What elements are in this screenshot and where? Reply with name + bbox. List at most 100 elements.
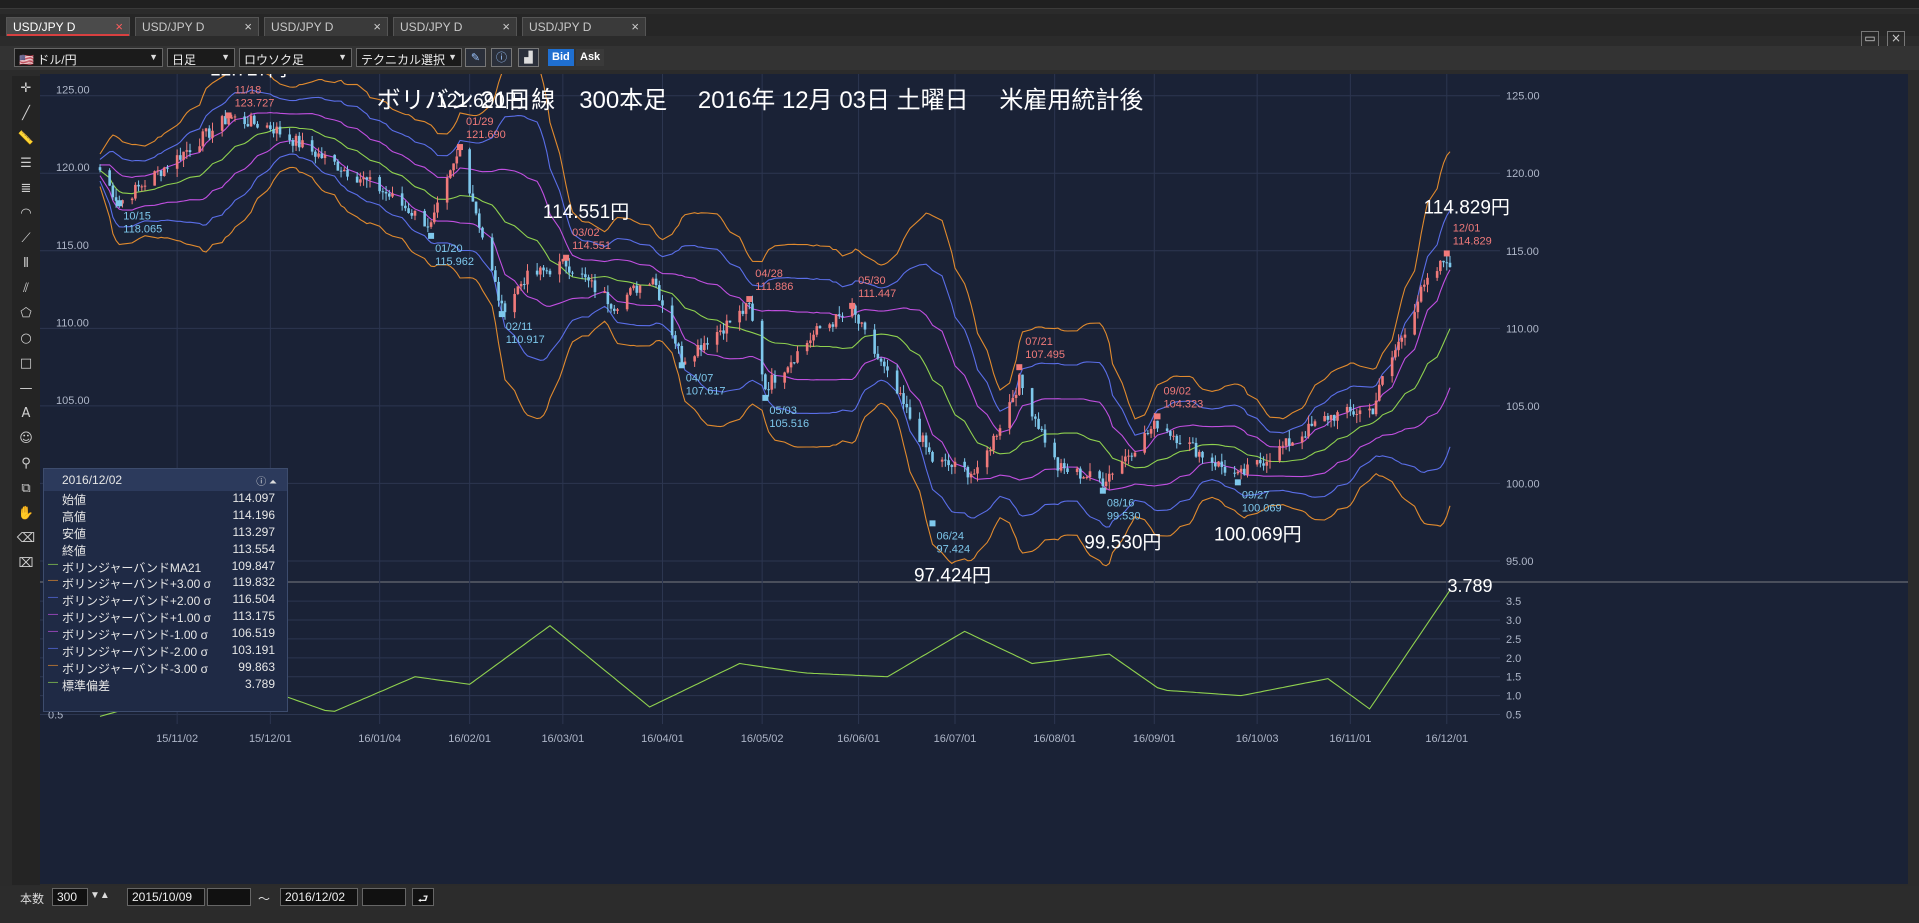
data-window-header: 2016/12/02 ⓘ ⏶ [44, 469, 287, 491]
x-tick-label: 16/02/01 [448, 733, 491, 745]
candle-body [162, 167, 166, 177]
tab-usdjpy-5[interactable]: USD/JPY D × [522, 17, 646, 36]
data-window-value: 113.175 [232, 609, 276, 624]
candle-body [944, 459, 947, 461]
channel-icon[interactable]: ⫽ [16, 279, 36, 299]
candle-body [1259, 460, 1262, 464]
candle-body [1034, 416, 1037, 419]
std-last-value: 3.789 [1447, 576, 1492, 596]
candle-body [796, 351, 799, 363]
arc-icon[interactable]: ◠ [16, 204, 36, 224]
data-window-value: 116.504 [232, 592, 276, 607]
start-date-field[interactable]: 2015/10/09 [127, 888, 205, 906]
candle-body [513, 293, 516, 313]
candle-body [1329, 414, 1333, 420]
marker-price-callout: 97.424円 [914, 565, 991, 586]
emoji-icon[interactable]: ☺ [16, 429, 36, 449]
candle-body [1201, 451, 1204, 458]
return-icon[interactable]: ⮐ [412, 888, 434, 906]
trendline-icon[interactable]: ╱ [16, 104, 36, 124]
circle-icon[interactable]: ○ [16, 329, 36, 349]
candle-body [108, 170, 111, 186]
candle-body [1156, 420, 1159, 429]
timeframe-select[interactable]: 日足 ▼ [167, 48, 235, 67]
close-window-icon[interactable]: × [1887, 31, 1905, 47]
eraser-icon[interactable]: ⌫ [16, 529, 36, 549]
count-field[interactable]: 300 [52, 888, 88, 906]
maximize-icon[interactable]: ▭ [1861, 31, 1879, 47]
chart-area[interactable]: 125.00 125.00 120.00 120.00 115.00 115.00 110.… [40, 74, 1908, 884]
currency-pair-select[interactable]: 🇺🇸 ドル/円 ▼ [14, 48, 163, 67]
marker-date: 04/28 [755, 268, 783, 280]
candle-body [998, 428, 1002, 436]
candle-body [587, 277, 590, 281]
chevron-down-icon: ▼ [448, 52, 457, 62]
stepper-icon[interactable]: ▼▲ [90, 890, 110, 901]
tab-usdjpy-4[interactable]: USD/JPY D × [393, 17, 517, 36]
draw-pen-icon[interactable]: ✎ [465, 48, 486, 67]
start-time-field[interactable] [207, 888, 251, 906]
data-window-label: ボリンジャーバンド+1.00 σ [62, 611, 211, 626]
data-window-value: 114.196 [232, 507, 276, 522]
hand-icon[interactable]: ✋ [16, 504, 36, 524]
chart-type-select[interactable]: ロウソク足 ▼ [239, 48, 352, 67]
candle-body [873, 329, 876, 354]
ask-button[interactable]: Ask [576, 49, 605, 66]
end-time-field[interactable] [362, 888, 406, 906]
fan-icon[interactable]: ⟋ [16, 229, 36, 249]
close-icon[interactable]: × [244, 19, 252, 34]
info-icon[interactable]: ⓘ [491, 48, 512, 67]
candle-body [972, 473, 976, 475]
candle-body [593, 280, 597, 293]
tab-usdjpy-3[interactable]: USD/JPY D × [264, 17, 388, 36]
close-icon[interactable]: × [373, 19, 381, 34]
close-icon[interactable]: × [631, 19, 639, 34]
vertical-lines-icon[interactable]: ⦀ [16, 254, 36, 274]
candle-body [1146, 433, 1150, 435]
price-chart[interactable]: 125.00 125.00 120.00 120.00 115.00 115.00 110.… [40, 74, 1908, 884]
magnet-icon[interactable]: ⚲ [16, 454, 36, 474]
candle-body [1130, 455, 1134, 457]
candle-body [670, 305, 674, 336]
candle-body [728, 320, 732, 323]
candle-body [294, 135, 298, 146]
data-window-value: 114.097 [232, 491, 276, 505]
candle-body [1278, 445, 1281, 461]
candle-body [764, 374, 767, 390]
marker-date: 05/03 [769, 405, 797, 417]
candle-body [818, 326, 822, 328]
copy-icon[interactable]: ⧉ [16, 479, 36, 499]
candle-body [207, 128, 211, 138]
candle-body [1082, 477, 1085, 479]
end-date-field[interactable]: 2016/12/02 [280, 888, 358, 906]
text-icon[interactable]: A [16, 404, 36, 424]
rectangle-icon[interactable]: □ [16, 354, 36, 374]
pentagon-icon[interactable]: ⬠ [16, 304, 36, 324]
candle-body [400, 193, 404, 206]
fibonacci-icon[interactable]: ≣ [16, 179, 36, 199]
crosshair-icon[interactable]: ✛ [16, 79, 36, 99]
marker-square [225, 112, 232, 119]
candle-body [1056, 457, 1060, 471]
tab-usdjpy-2[interactable]: USD/JPY D × [135, 17, 259, 36]
close-icon[interactable]: × [502, 19, 510, 34]
volume-chart-icon[interactable]: ▟ [518, 48, 539, 67]
bid-button[interactable]: Bid [548, 49, 574, 66]
candle-body [773, 375, 777, 383]
price-tick-label-right: 125.00 [1506, 91, 1540, 103]
eraser-all-icon[interactable]: ⌧ [16, 554, 36, 574]
tab-usdjpy-1[interactable]: USD/JPY D × [6, 17, 130, 36]
candle-body [474, 201, 478, 214]
ruler-icon[interactable]: 📏 [16, 129, 36, 149]
candle-body [166, 167, 169, 169]
collapse-icon[interactable]: ⓘ ⏶ [256, 473, 277, 488]
horizontal-lines-icon[interactable]: ☰ [16, 154, 36, 174]
data-window-row: — ボリンジャーバンド-2.00 σ 103.191 [44, 643, 287, 660]
candle-body [429, 222, 433, 227]
horizontal-line-icon[interactable]: — [16, 379, 36, 399]
series-color-swatch: — [48, 659, 58, 671]
candle-body [1422, 284, 1426, 287]
technical-select[interactable]: テクニカル選択 ▼ [356, 48, 462, 67]
close-icon[interactable]: × [115, 19, 123, 34]
candle-body [921, 435, 925, 442]
